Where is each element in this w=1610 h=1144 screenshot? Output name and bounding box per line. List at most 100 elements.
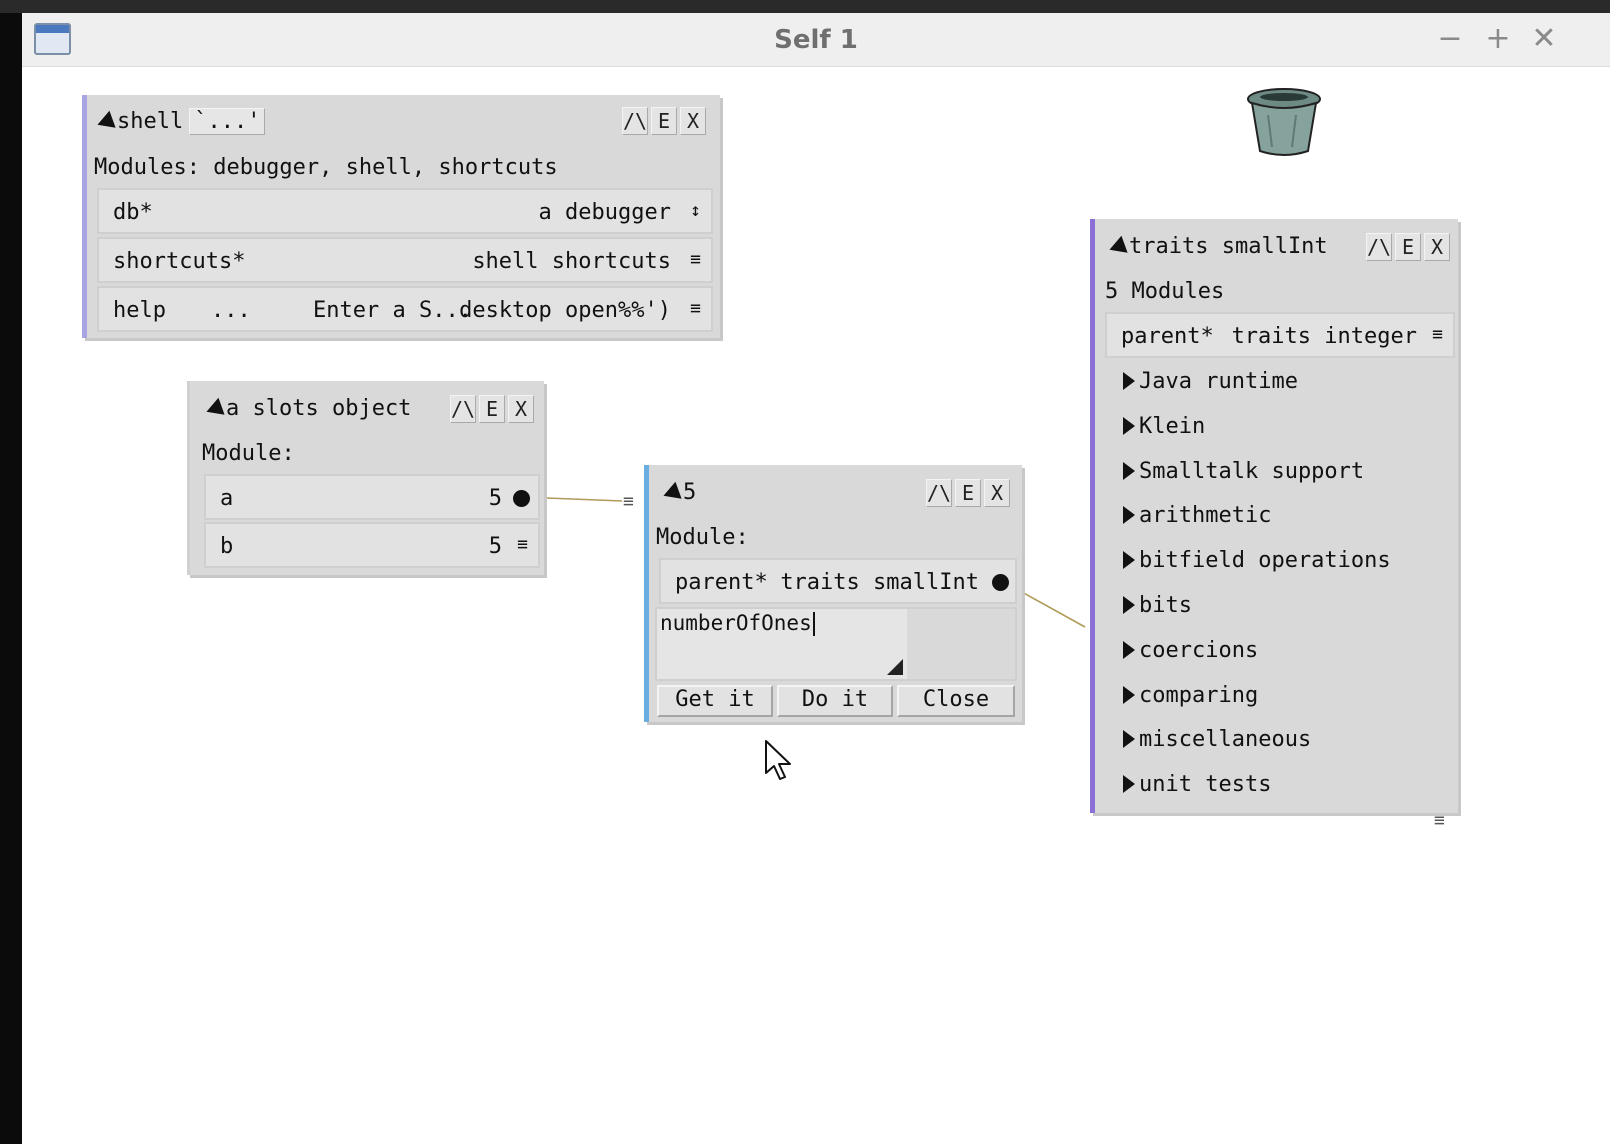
- slots-object-title: a slots object: [226, 396, 412, 421]
- slot-value: traits smallInt: [780, 570, 979, 595]
- equals-icon[interactable]: ≡: [1432, 324, 1443, 345]
- close-evaluator-button[interactable]: Close: [897, 685, 1015, 717]
- updown-icon[interactable]: ↕: [690, 200, 701, 221]
- slots-object-up-button[interactable]: /\: [450, 395, 476, 423]
- category-label: Smalltalk support: [1139, 459, 1365, 484]
- expand-triangle-icon[interactable]: [1123, 417, 1135, 435]
- traits-parent-slot[interactable]: parent* traits integer ≡: [1105, 312, 1455, 358]
- reference-dot-icon[interactable]: [992, 574, 1009, 591]
- category-miscellaneous[interactable]: miscellaneous: [1123, 727, 1311, 752]
- category-label: bitfield operations: [1139, 548, 1391, 573]
- slots-object-module-label: Module:: [202, 441, 295, 466]
- reference-dot-icon[interactable]: [513, 490, 530, 507]
- category-arithmetic[interactable]: arithmetic: [1123, 503, 1271, 528]
- slot-ellipsis: ...: [211, 298, 251, 323]
- category-label: miscellaneous: [1139, 727, 1312, 752]
- category-label: arithmetic: [1139, 503, 1272, 528]
- shell-close-button[interactable]: X: [680, 107, 706, 135]
- expand-triangle-icon[interactable]: [1123, 596, 1135, 614]
- editor-side-area: [907, 609, 1015, 679]
- collapse-triangle-icon[interactable]: [94, 110, 116, 134]
- traits-smallint-title: traits smallInt: [1129, 234, 1328, 259]
- text-caret: [812, 612, 815, 636]
- five-up-button[interactable]: /\: [926, 479, 952, 507]
- traits-smallint-outliner[interactable]: traits smallInt /\ E X 5 Modules parent*…: [1090, 219, 1458, 813]
- slot-hint: Enter a S...: [313, 298, 472, 323]
- evaluator-text-editor[interactable]: numberOfOnes: [655, 607, 1017, 681]
- five-controls: /\ E X: [926, 479, 1010, 507]
- category-klein[interactable]: Klein: [1123, 414, 1205, 439]
- expand-triangle-icon[interactable]: [1123, 551, 1135, 569]
- expand-triangle-icon[interactable]: [1123, 506, 1135, 524]
- category-coercions[interactable]: coercions: [1123, 638, 1258, 663]
- screen-left-bar: [0, 13, 22, 1144]
- collapse-triangle-icon[interactable]: [203, 397, 225, 421]
- slot-name: parent*: [1121, 324, 1214, 349]
- slots-object-header: a slots object: [203, 396, 412, 421]
- equals-icon[interactable]: ≡: [690, 298, 701, 319]
- category-label: coercions: [1139, 638, 1259, 663]
- mouse-cursor-icon: [765, 740, 791, 780]
- category-label: bits: [1139, 593, 1192, 618]
- equals-icon[interactable]: ≡: [690, 249, 701, 270]
- shell-outliner[interactable]: shell `...' /\ E X Modules: debugger, she…: [82, 95, 720, 338]
- five-parent-slot[interactable]: parent* traits smallInt: [659, 558, 1017, 604]
- five-module-label: Module:: [656, 525, 749, 550]
- category-smalltalk-support[interactable]: Smalltalk support: [1123, 459, 1364, 484]
- shell-slot-help[interactable]: help ... Enter a S... desktop open%%') ≡: [97, 286, 713, 332]
- equals-icon[interactable]: ≡: [517, 534, 528, 555]
- category-label: comparing: [1139, 683, 1259, 708]
- slot-name: b: [220, 534, 234, 559]
- category-bitfield-operations[interactable]: bitfield operations: [1123, 548, 1391, 573]
- shell-quote-button[interactable]: `...': [189, 108, 266, 135]
- slot-name: shortcuts*: [113, 249, 246, 274]
- collapse-triangle-icon[interactable]: [1106, 235, 1128, 259]
- traits-bottom-equals-icon[interactable]: ≡: [1434, 810, 1445, 831]
- shell-edit-button[interactable]: E: [651, 107, 677, 135]
- slots-object-close-button[interactable]: X: [508, 395, 534, 423]
- traits-smallint-up-button[interactable]: /\: [1366, 233, 1392, 261]
- slot-name: parent*: [675, 570, 768, 595]
- screen-top-bar: [0, 0, 1610, 13]
- editor-text: numberOfOnes: [660, 611, 815, 636]
- collapse-triangle-icon[interactable]: [660, 481, 682, 505]
- slot-row-b[interactable]: b 5 ≡: [204, 522, 540, 568]
- slot-value: desktop open%%'): [459, 298, 671, 323]
- five-edit-button[interactable]: E: [955, 479, 981, 507]
- category-label: Klein: [1139, 414, 1206, 439]
- category-bits[interactable]: bits: [1123, 593, 1192, 618]
- five-title: 5: [683, 480, 697, 505]
- five-anchor-equals-icon[interactable]: ≡: [623, 491, 634, 512]
- expand-triangle-icon[interactable]: [1123, 372, 1135, 390]
- trash-can-icon[interactable]: [1246, 85, 1322, 161]
- five-outliner[interactable]: 5 /\ E X Module: parent* traits smallInt…: [644, 465, 1022, 722]
- traits-smallint-edit-button[interactable]: E: [1395, 233, 1421, 261]
- shell-slot-shortcuts[interactable]: shortcuts* shell shortcuts ≡: [97, 237, 713, 283]
- category-java-runtime[interactable]: Java runtime: [1123, 369, 1298, 394]
- slots-object-edit-button[interactable]: E: [479, 395, 505, 423]
- traits-smallint-close-button[interactable]: X: [1424, 233, 1450, 261]
- slot-row-a[interactable]: a 5: [204, 474, 540, 520]
- slot-name: db*: [113, 200, 153, 225]
- expand-triangle-icon[interactable]: [1123, 462, 1135, 480]
- expand-triangle-icon[interactable]: [1123, 730, 1135, 748]
- category-comparing[interactable]: comparing: [1123, 683, 1258, 708]
- shell-up-button[interactable]: /\: [622, 107, 648, 135]
- get-it-button[interactable]: Get it: [657, 685, 773, 717]
- expand-triangle-icon[interactable]: [1123, 686, 1135, 704]
- category-unit-tests[interactable]: unit tests: [1123, 772, 1271, 797]
- self-window: Self 1 − + ✕ shell `...' /\ E X Modules: …: [22, 13, 1610, 1144]
- slots-object-outliner[interactable]: a slots object /\ E X Module: a 5 b 5 ≡: [187, 381, 544, 575]
- shell-controls: /\ E X: [622, 107, 706, 135]
- slot-value: a debugger: [538, 200, 671, 225]
- expand-triangle-icon[interactable]: [1123, 775, 1135, 793]
- slot-name: help: [113, 298, 166, 323]
- slot-value: 5: [488, 486, 502, 511]
- shell-slot-db[interactable]: db* a debugger ↕: [97, 188, 713, 234]
- slots-object-controls: /\ E X: [450, 395, 534, 423]
- traits-smallint-header: traits smallInt: [1106, 234, 1328, 259]
- expand-triangle-icon[interactable]: [1123, 641, 1135, 659]
- resize-grip-icon[interactable]: [887, 659, 903, 675]
- five-close-button[interactable]: X: [984, 479, 1010, 507]
- do-it-button[interactable]: Do it: [777, 685, 893, 717]
